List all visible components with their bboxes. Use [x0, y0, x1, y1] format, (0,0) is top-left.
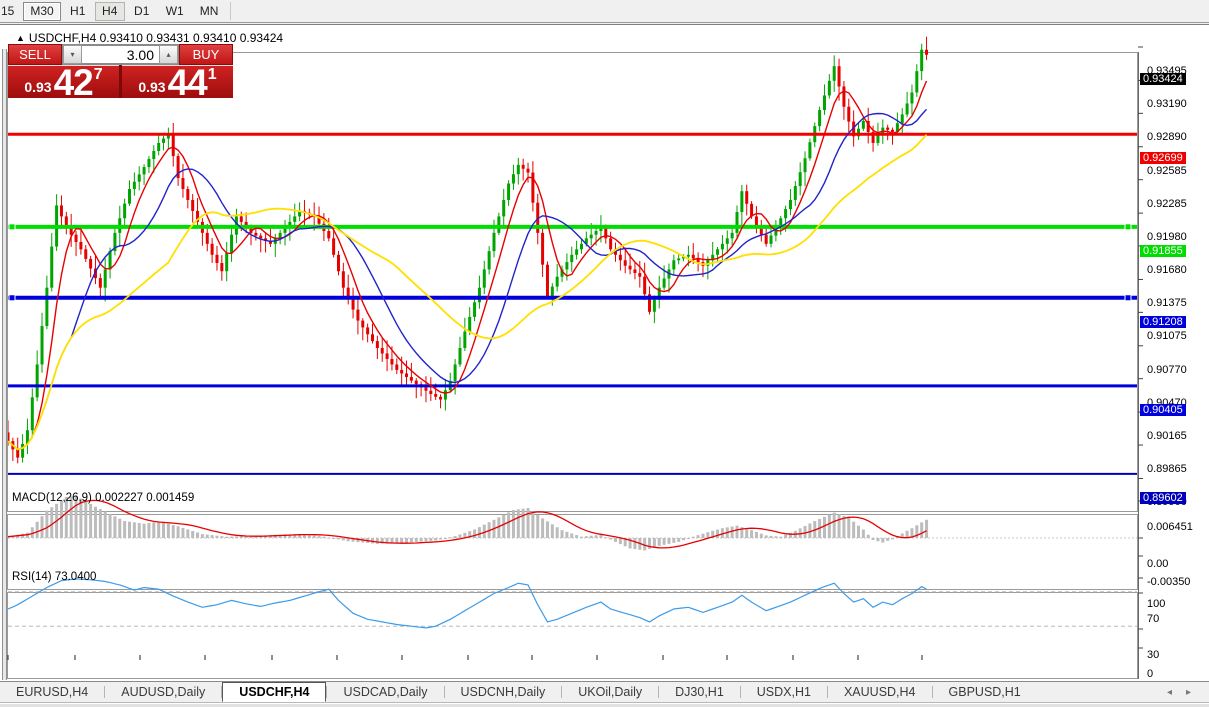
timeframe-button-W1[interactable]: W1: [159, 2, 191, 21]
price-tick-label: 0.90770: [1147, 364, 1187, 376]
price-tick-label: 0.91980: [1147, 231, 1187, 243]
timeframe-button-H4[interactable]: H4: [95, 2, 125, 21]
rsi-indicator-label: RSI(14) 73.0400: [12, 571, 96, 583]
sell-button[interactable]: SELL: [8, 44, 62, 65]
price-axis-column: 0.934950.931900.928900.925850.922850.919…: [1138, 52, 1209, 679]
price-tick-label: 0.92585: [1147, 165, 1187, 177]
macd-axis-label: -0.00350: [1147, 576, 1190, 588]
tab-scroll-right-icon[interactable]: ▸: [1186, 687, 1191, 698]
tab-eurusd-h4[interactable]: EURUSD,H4: [0, 682, 104, 702]
hline-price-label: 0.89602: [1140, 492, 1186, 504]
price-chart-pane[interactable]: [7, 52, 1138, 512]
tab-scroll-controls: ◂▸: [1167, 682, 1209, 702]
volume-increase-button[interactable]: ▴: [159, 45, 178, 64]
timeframe-button-D1[interactable]: D1: [127, 2, 157, 21]
rsi-axis-label: 0: [1147, 668, 1153, 680]
tab-usdcad-daily[interactable]: USDCAD,Daily: [327, 682, 443, 702]
buy-quote-panel[interactable]: 0.93 44 1: [122, 65, 233, 98]
buy-price-pip: 1: [208, 66, 217, 84]
tab-usdchf-h4[interactable]: USDCHF,H4: [222, 682, 326, 702]
tab-xauusd-h4[interactable]: XAUUSD,H4: [828, 682, 932, 702]
one-click-trade-panel: SELL ▾ 3.00 ▴ BUY 0.93 42 7 0.93 44 1: [8, 44, 233, 98]
price-tick-label: 0.91680: [1147, 264, 1187, 276]
rsi-axis-label: 100: [1147, 598, 1165, 610]
price-tick-label: 0.90165: [1147, 430, 1187, 442]
sell-price-main: 42: [54, 68, 93, 98]
trading-platform-window: 15M30H1H4D1W1MN 0.934950.931900.928900.9…: [0, 0, 1209, 707]
current-price-label: 0.93424: [1140, 73, 1186, 85]
symbol-tab-bar: EURUSD,H4AUDUSD,DailyUSDCHF,H4USDCAD,Dai…: [0, 681, 1209, 703]
tab-usdcnh-daily[interactable]: USDCNH,Daily: [445, 682, 562, 702]
timeframe-toolbar: 15M30H1H4D1W1MN: [0, 0, 1209, 23]
tab-dj30-h1[interactable]: DJ30,H1: [659, 682, 740, 702]
tab-ukoil-daily[interactable]: UKOil,Daily: [562, 682, 658, 702]
symbol-header: ▲ USDCHF,H4 0.93410 0.93431 0.93410 0.934…: [16, 31, 283, 45]
sell-quote-panel[interactable]: 0.93 42 7: [8, 65, 119, 98]
price-tick-label: 0.93190: [1147, 98, 1187, 110]
symbol-ohlc-text: USDCHF,H4 0.93410 0.93431 0.93410 0.9342…: [29, 31, 283, 45]
price-tick-label: 0.89865: [1147, 463, 1187, 475]
volume-decrease-button[interactable]: ▾: [63, 45, 82, 64]
chevron-down-icon: ▾: [70, 50, 74, 59]
hline-price-label: 0.90405: [1140, 404, 1186, 416]
macd-axis-label: 0.00: [1147, 558, 1168, 570]
hline-price-label: 0.91855: [1140, 245, 1186, 257]
sell-price-prefix: 0.93: [24, 79, 51, 95]
chevron-up-icon: ▴: [166, 50, 170, 59]
chart-window: 0.934950.931900.928900.925850.922850.919…: [0, 24, 1209, 680]
macd-indicator-label: MACD(12,26,9) 0.002227 0.001459: [12, 492, 194, 504]
rsi-axis-label: 70: [1147, 613, 1159, 625]
volume-stepper: ▾ 3.00 ▴: [62, 44, 179, 65]
toolbar-separator: [230, 2, 231, 20]
price-tick-label: 0.92890: [1147, 131, 1187, 143]
hline-price-label: 0.92699: [1140, 152, 1186, 164]
timeframe-button-H1[interactable]: H1: [63, 2, 93, 21]
timeframe-button-15[interactable]: 15: [0, 2, 21, 21]
buy-price-prefix: 0.93: [138, 79, 165, 95]
macd-pane[interactable]: [7, 514, 1138, 590]
rsi-pane[interactable]: [7, 592, 1138, 679]
sell-price-pip: 7: [94, 66, 103, 84]
tab-gbpusd-h1[interactable]: GBPUSD,H1: [933, 682, 1037, 702]
tab-scroll-left-icon[interactable]: ◂: [1167, 687, 1172, 698]
price-tick-label: 0.92285: [1147, 198, 1187, 210]
buy-button[interactable]: BUY: [179, 44, 233, 65]
timeframe-button-M30[interactable]: M30: [23, 2, 60, 21]
collapse-triangle-icon[interactable]: ▲: [16, 33, 25, 43]
buy-price-main: 44: [168, 68, 207, 98]
tab-audusd-daily[interactable]: AUDUSD,Daily: [105, 682, 221, 702]
timeframe-button-MN[interactable]: MN: [193, 2, 226, 21]
macd-axis-label: 0.006451: [1147, 521, 1193, 533]
volume-field[interactable]: 3.00: [82, 45, 159, 64]
price-tick-label: 0.91375: [1147, 297, 1187, 309]
rsi-axis-label: 30: [1147, 649, 1159, 661]
price-tick-label: 0.91075: [1147, 330, 1187, 342]
hline-price-label: 0.91208: [1140, 316, 1186, 328]
tab-usdx-h1[interactable]: USDX,H1: [741, 682, 827, 702]
